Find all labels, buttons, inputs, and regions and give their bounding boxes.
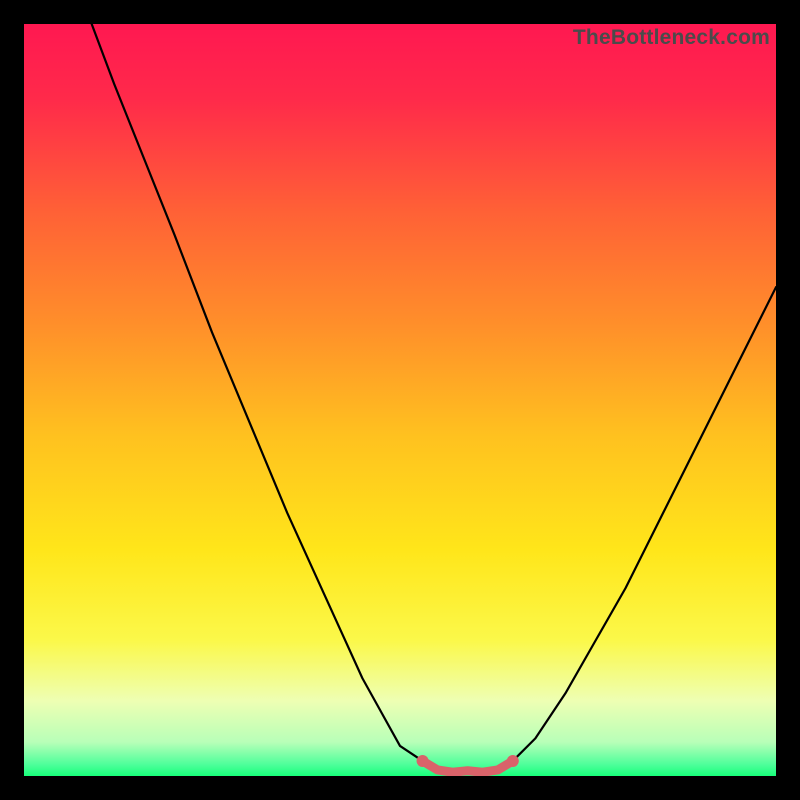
chart-frame: TheBottleneck.com [24,24,776,776]
watermark-text: TheBottleneck.com [573,26,770,50]
gradient-background [24,24,776,776]
series-marker [507,755,519,767]
series-marker [417,755,429,767]
chart-svg [24,24,776,776]
